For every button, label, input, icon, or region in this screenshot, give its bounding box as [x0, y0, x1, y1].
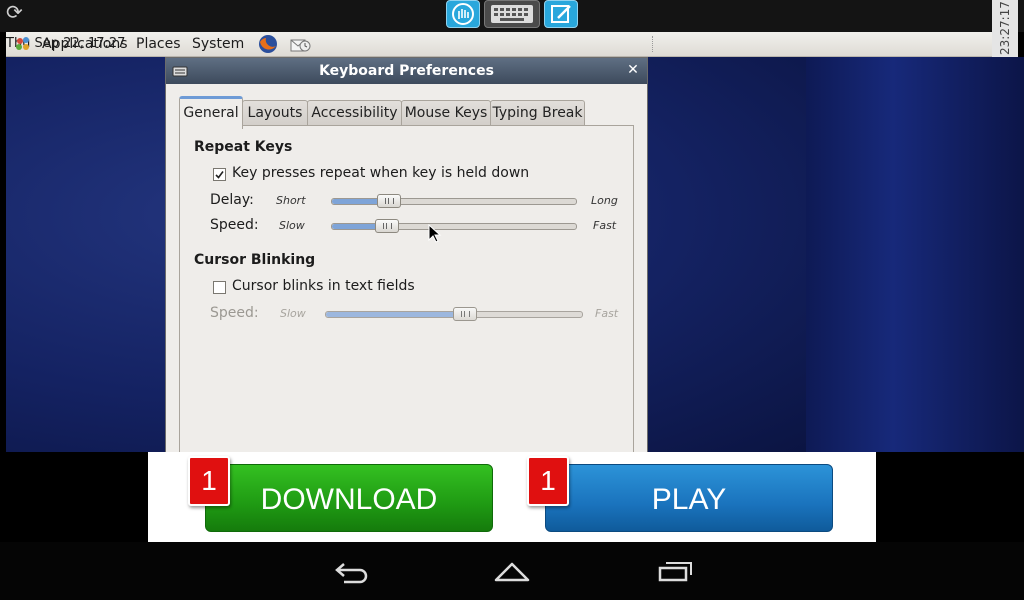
cursor-speed-max-label: Fast — [595, 307, 619, 320]
recent-apps-icon — [658, 562, 692, 582]
tab-general[interactable]: General — [179, 96, 243, 129]
delay-label: Delay: — [210, 192, 254, 208]
tab-mouse-keys[interactable]: Mouse Keys — [401, 100, 491, 126]
play-button[interactable]: PLAY — [545, 464, 833, 532]
cursor-blinks-checkbox[interactable] — [213, 281, 226, 294]
gnome-top-panel: Applications Places System Thu Sep 22, 1… — [6, 32, 992, 57]
android-top-bar: ⟳ — [0, 0, 1024, 32]
repeat-speed-slider-thumb[interactable] — [375, 219, 399, 233]
desktop-background-right — [806, 57, 1024, 452]
repeat-keys-checkbox[interactable] — [213, 168, 226, 181]
tab-layouts[interactable]: Layouts — [242, 100, 308, 126]
speed-max-label: Fast — [593, 219, 617, 232]
hand-icon — [452, 3, 474, 25]
edit-icon — [551, 5, 571, 23]
panel-separator — [652, 36, 655, 52]
repeat-keys-heading: Repeat Keys — [194, 139, 293, 155]
download-button[interactable]: DOWNLOAD — [205, 464, 493, 532]
delay-slider-thumb[interactable] — [377, 194, 401, 208]
gnome-foot-icon — [16, 37, 29, 50]
tab-accessibility[interactable]: Accessibility — [307, 100, 402, 126]
back-button[interactable] — [330, 556, 370, 586]
dialog-titlebar[interactable]: Keyboard Preferences ✕ — [166, 58, 647, 84]
checkmark-icon — [215, 171, 224, 179]
edit-button[interactable] — [544, 0, 578, 28]
android-nav-bar — [0, 542, 1024, 600]
general-tab-panel: Repeat Keys Key presses repeat when key … — [179, 125, 634, 457]
keyboard-button[interactable] — [484, 0, 540, 28]
speed-label: Speed: — [210, 217, 259, 233]
recent-apps-button[interactable] — [656, 556, 696, 586]
download-badge: 1 — [188, 456, 230, 506]
dialog-title: Keyboard Preferences — [319, 63, 494, 79]
back-icon — [335, 563, 368, 584]
menu-places[interactable]: Places — [136, 32, 181, 56]
keyboard-icon — [491, 5, 533, 23]
cursor-speed-slider-fill — [326, 312, 464, 317]
repeat-speed-slider[interactable] — [331, 219, 577, 233]
cursor-speed-slider[interactable] — [325, 307, 583, 321]
menu-system[interactable]: System — [192, 32, 244, 56]
keyboard-preferences-dialog: Keyboard Preferences ✕ General Layouts A… — [165, 57, 648, 457]
repeat-keys-label: Key presses repeat when key is held down — [232, 165, 530, 181]
delay-max-label: Long — [591, 194, 618, 207]
tab-typing-break[interactable]: Typing Break — [490, 100, 585, 126]
cursor-blinks-label: Cursor blinks in text fields — [232, 278, 415, 294]
speed-min-label: Slow — [279, 219, 305, 232]
menu-applications[interactable]: Applications — [42, 32, 128, 56]
cursor-speed-label: Speed: — [210, 305, 259, 321]
cursor-speed-min-label: Slow — [280, 307, 306, 320]
ad-banner: DOWNLOAD 1 PLAY 1 — [148, 452, 876, 542]
cursor-speed-slider-thumb[interactable] — [453, 307, 477, 321]
refresh-icon[interactable]: ⟳ — [6, 1, 28, 23]
play-badge: 1 — [527, 456, 569, 506]
hand-tool-button[interactable] — [446, 0, 480, 28]
home-button[interactable] — [492, 556, 532, 586]
firefox-icon[interactable] — [258, 34, 278, 54]
close-icon[interactable]: ✕ — [624, 61, 642, 79]
delay-slider[interactable] — [331, 194, 577, 208]
home-icon — [494, 562, 530, 582]
delay-min-label: Short — [276, 194, 306, 207]
cursor-blinking-heading: Cursor Blinking — [194, 252, 316, 268]
mail-icon[interactable] — [290, 34, 312, 54]
mouse-pointer-icon — [428, 224, 442, 243]
